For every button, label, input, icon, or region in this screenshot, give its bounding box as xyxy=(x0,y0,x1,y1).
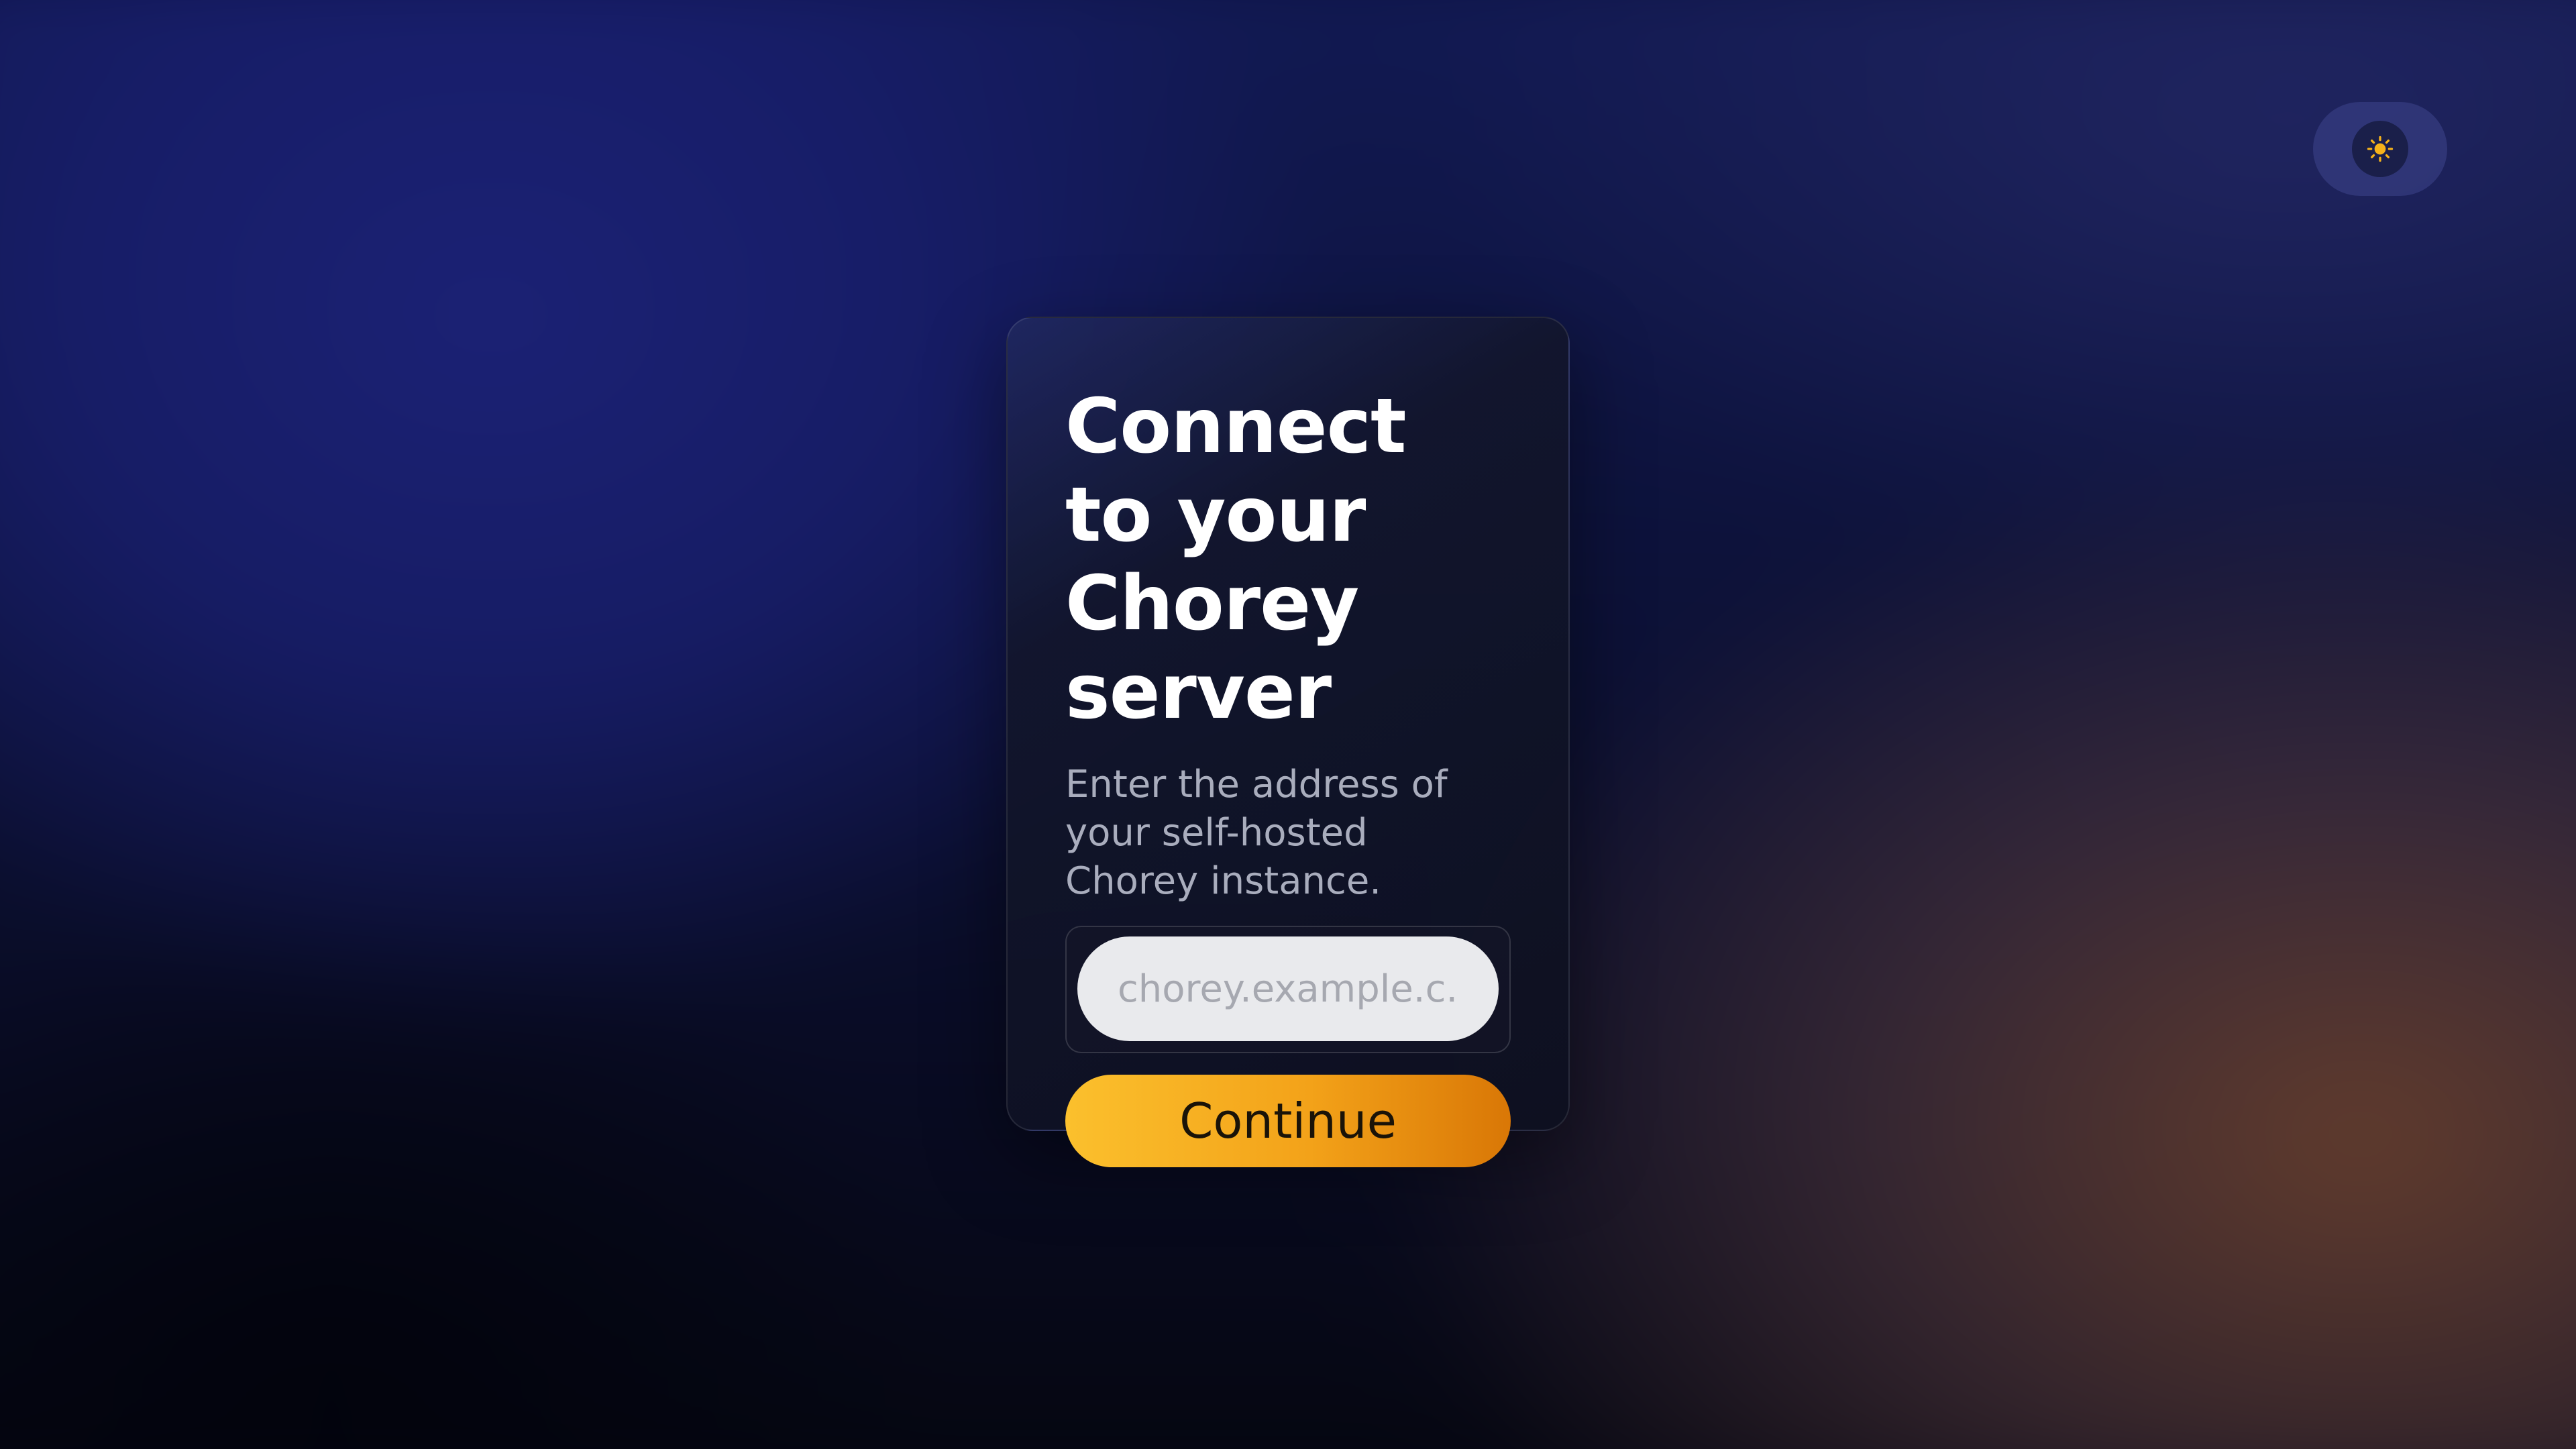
server-address-input[interactable] xyxy=(1077,936,1499,1041)
card-subtitle: Enter the address of your self-hosted Ch… xyxy=(1065,763,1448,903)
connect-card: Connect to your Chorey server Enter the … xyxy=(1006,317,1570,1167)
theme-toggle[interactable] xyxy=(2313,102,2447,196)
continue-button[interactable]: Continue xyxy=(1065,1075,1511,1167)
screen: Connect to your Chorey server Enter the … xyxy=(0,0,2576,1449)
sun-icon xyxy=(2367,136,2394,162)
theme-toggle-knob[interactable] xyxy=(2352,121,2408,177)
card-title: Connect to your Chorey server xyxy=(1065,383,1407,736)
server-input-frame xyxy=(1065,926,1511,1053)
